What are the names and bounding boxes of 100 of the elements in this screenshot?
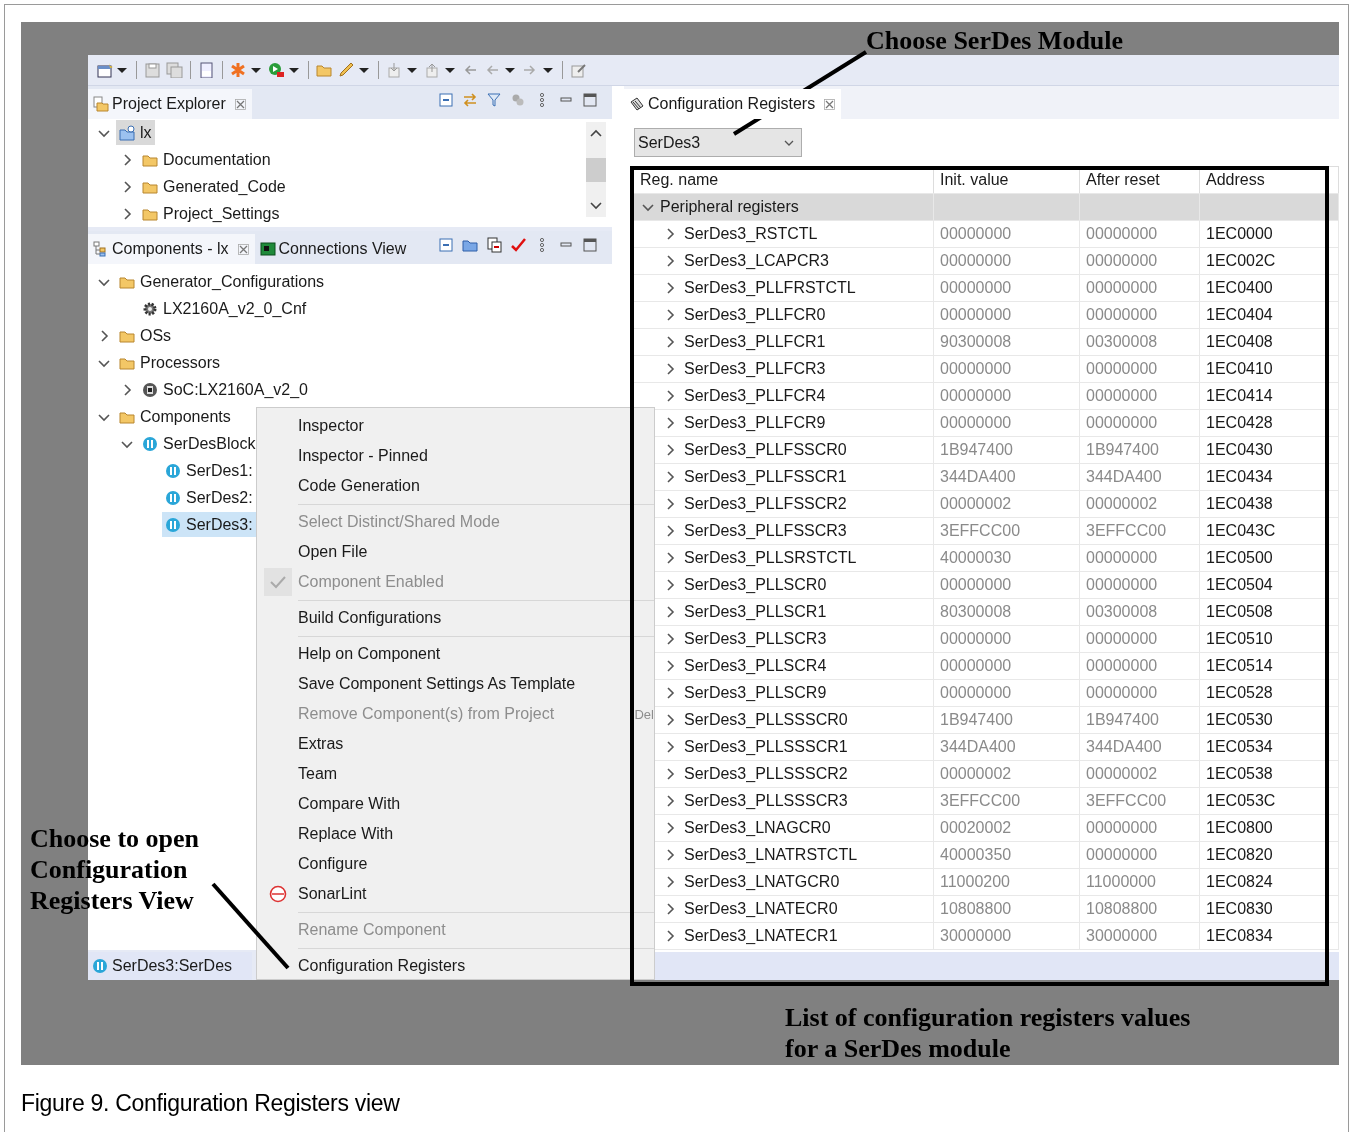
table-cell: 00020002 — [940, 819, 1012, 837]
table-cell: 1EC0830 — [1206, 900, 1273, 918]
tree-item[interactable]: SerDesBlock — [139, 431, 259, 456]
table-cell: 1EC0504 — [1206, 576, 1273, 594]
table-cell: 00000000 — [1086, 846, 1158, 864]
component-icon — [142, 435, 158, 452]
scrollbar[interactable] — [586, 122, 606, 217]
table-cell: 00000000 — [940, 657, 1012, 675]
collapse-all-icon[interactable] — [438, 92, 454, 108]
figure-caption: Figure 9. Configuration Registers view — [21, 1090, 401, 1117]
copy-component-icon[interactable] — [486, 237, 502, 253]
table-cell: 00300008 — [1086, 333, 1158, 351]
pen-icon[interactable] — [338, 62, 355, 78]
filter-icon[interactable] — [486, 92, 502, 108]
module-dropdown[interactable]: SerDes3 — [634, 128, 802, 157]
table-cell: SerDes3_PLLFSSCR0 — [684, 441, 847, 459]
table-cell: SerDes3_PLLSCR1 — [684, 603, 827, 621]
checkmark-icon[interactable] — [510, 237, 526, 253]
table-cell: 1EC0820 — [1206, 846, 1273, 864]
menu-item[interactable]: Configuration Registers — [257, 951, 654, 981]
menu-item[interactable]: Save Component Settings As Template — [257, 669, 654, 699]
table-cell: SerDes3_PLLFSSCR1 — [684, 468, 847, 486]
table-cell: SerDes3_PLLFCR1 — [684, 333, 826, 351]
run-icon[interactable] — [268, 62, 285, 78]
project-explorer-icon — [93, 96, 109, 112]
table-cell: SerDes3_PLLSCR3 — [684, 630, 827, 648]
view-tab[interactable]: Configuration Registers — [624, 89, 842, 119]
tree-item[interactable]: SerDes2: — [162, 485, 256, 510]
column-header[interactable]: Address — [1200, 167, 1339, 193]
maximize-icon[interactable] — [582, 92, 598, 108]
menu-item[interactable]: Compare With — [257, 789, 654, 819]
table-cell: 00000000 — [1086, 414, 1158, 432]
tree-item[interactable]: LX2160A_v2_0_Cnf — [139, 296, 310, 321]
tree-item[interactable]: lx — [116, 120, 155, 145]
menu-item[interactable]: Help on Component — [257, 639, 654, 669]
table-cell: SerDes3_PLLFCR3 — [684, 360, 826, 378]
maximize-icon[interactable] — [582, 237, 598, 253]
column-header[interactable]: After reset — [1080, 167, 1200, 193]
close-icon[interactable] — [234, 98, 246, 110]
menu-item[interactable]: Open File — [257, 537, 654, 567]
table-cell: SerDes3_LNAGCR0 — [684, 819, 831, 837]
tree-item[interactable]: SerDes3: — [162, 512, 256, 537]
table-cell: 11000200 — [940, 873, 1010, 891]
menu-item[interactable]: Build Configurations — [257, 603, 654, 633]
tree-item[interactable]: Processors — [116, 350, 224, 375]
board-icon — [259, 241, 276, 257]
table-cell: 1EC0538 — [1206, 765, 1273, 783]
tree-item[interactable]: Documentation — [139, 147, 274, 172]
table-cell: 90300008 — [940, 333, 1012, 351]
project-folder-icon — [119, 124, 135, 141]
tree-item[interactable]: Project_Settings — [139, 201, 283, 226]
close-icon[interactable] — [237, 243, 249, 255]
menu-item[interactable]: Extras — [257, 729, 654, 759]
table-cell: 1EC0824 — [1206, 873, 1273, 891]
table-cell: 1EC0530 — [1206, 711, 1273, 729]
close-icon[interactable] — [824, 98, 836, 110]
table-cell: SerDes3_PLLFCR4 — [684, 387, 826, 405]
tree-item[interactable]: Generated_Code — [139, 174, 289, 199]
column-header[interactable]: Reg. name — [634, 167, 934, 193]
tree-item[interactable]: SerDes1: — [162, 458, 256, 483]
table-cell: 1EC0404 — [1206, 306, 1273, 324]
folder-icon[interactable] — [462, 237, 478, 253]
menu-item[interactable]: Replace With — [257, 819, 654, 849]
menu-item[interactable]: SonarLint — [257, 879, 654, 909]
table-cell: 00000000 — [1086, 630, 1158, 648]
table-cell: 00000000 — [1086, 549, 1158, 567]
table-cell: 00000000 — [1086, 387, 1158, 405]
edit-icon[interactable] — [570, 62, 587, 78]
table-cell: 1EC0410 — [1206, 360, 1273, 378]
table-cell: 1B947400 — [1086, 441, 1159, 459]
table-cell: 00000000 — [940, 684, 1012, 702]
table-cell: 1EC0528 — [1206, 684, 1273, 702]
menu-item[interactable]: Inspector - Pinned — [257, 441, 654, 471]
table-cell: 00300008 — [1086, 603, 1158, 621]
view-tab[interactable]: Project Explorer — [88, 89, 252, 119]
tree-item[interactable]: SoC:LX2160A_v2_0 — [139, 377, 311, 402]
column-header[interactable]: Init. value — [934, 167, 1080, 193]
component-icon — [165, 462, 181, 479]
scroll-thumb[interactable] — [586, 157, 606, 182]
tree-item[interactable]: Generator_Configurations — [116, 269, 328, 294]
table-cell: 1EC0408 — [1206, 333, 1273, 351]
view-tab[interactable]: Connections View — [254, 234, 413, 264]
menu-item[interactable]: Inspector — [257, 411, 654, 441]
collapse-all-icon[interactable] — [438, 237, 454, 253]
menu-item[interactable]: Configure — [257, 849, 654, 879]
table-cell: SerDes3_RSTCTL — [684, 225, 818, 243]
table-cell: 344DA400 — [1086, 468, 1162, 486]
menu-item[interactable]: Code Generation — [257, 471, 654, 501]
status-item[interactable]: SerDes3:SerDes — [88, 952, 252, 980]
table-cell: 30000000 — [1086, 927, 1158, 945]
tree-item[interactable]: OSs — [116, 323, 175, 348]
table-cell: 00000000 — [1086, 360, 1158, 378]
table-cell: SerDes3_PLLFSSCR2 — [684, 495, 847, 513]
table-cell: 30000000 — [940, 927, 1012, 945]
table-cell: SerDes3_PLLSCR9 — [684, 684, 827, 702]
table-cell: SerDes3_PLLSSSCR1 — [684, 738, 848, 756]
view-tab[interactable]: Components - lx — [88, 234, 255, 264]
tree-item[interactable]: Components — [116, 404, 234, 429]
table-cell: 3EFFCC00 — [1086, 792, 1167, 810]
menu-item[interactable]: Team — [257, 759, 654, 789]
